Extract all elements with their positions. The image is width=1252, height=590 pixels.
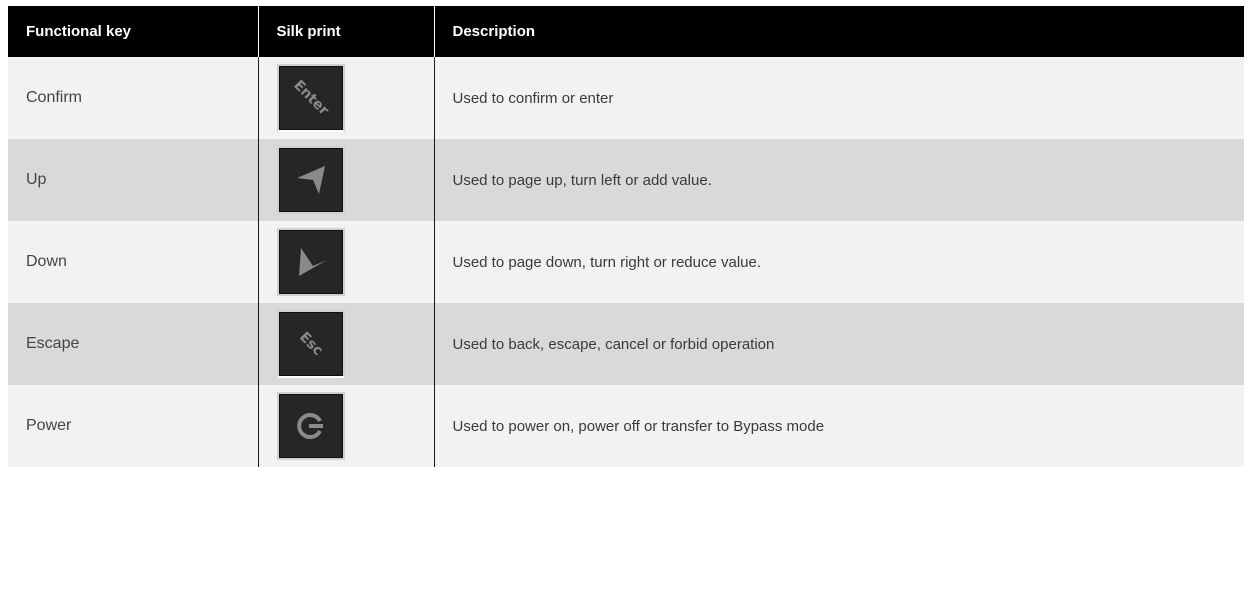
header-description: Description [434, 6, 1244, 57]
silk-print-cell: Esc [257, 303, 434, 385]
enter-key-label: Enter [289, 77, 332, 119]
key-name: Down [8, 221, 258, 303]
silk-print-cell: Enter [257, 57, 434, 139]
table-row-escape: Escape Esc Used to back, escape, cancel … [8, 303, 1244, 385]
down-arrow-key-icon [276, 228, 345, 296]
key-name: Confirm [8, 57, 258, 139]
key-name: Power [8, 385, 258, 467]
enter-key-icon: Enter [276, 64, 345, 132]
key-description: Used to page up, turn left or add value. [433, 139, 1244, 221]
functional-keys-table: Functional key Silk print Description Co… [8, 6, 1244, 467]
esc-key-icon: Esc [276, 310, 345, 378]
key-description: Used to power on, power off or transfer … [433, 385, 1244, 467]
header-functional-key: Functional key [8, 6, 259, 57]
up-arrow-key-icon [276, 146, 345, 214]
table-row-power: Power Used to power on, power off or tra… [8, 385, 1244, 467]
header-silk-print: Silk print [258, 6, 435, 57]
key-description: Used to page down, turn right or reduce … [433, 221, 1244, 303]
power-key-icon [276, 392, 345, 460]
key-description: Used to confirm or enter [433, 57, 1244, 139]
key-name: Up [8, 139, 258, 221]
table-row-down: Down Used to page down, turn right or re… [8, 221, 1244, 303]
table-row-up: Up Used to page up, turn left or add val… [8, 139, 1244, 221]
silk-print-cell [257, 139, 434, 221]
esc-key-label: Esc [295, 329, 326, 359]
silk-print-cell [257, 221, 434, 303]
key-name: Escape [8, 303, 258, 385]
key-description: Used to back, escape, cancel or forbid o… [433, 303, 1244, 385]
table-header-row: Functional key Silk print Description [8, 6, 1244, 57]
table-row-confirm: Confirm Enter Used to confirm or enter [8, 57, 1244, 139]
silk-print-cell [257, 385, 434, 467]
